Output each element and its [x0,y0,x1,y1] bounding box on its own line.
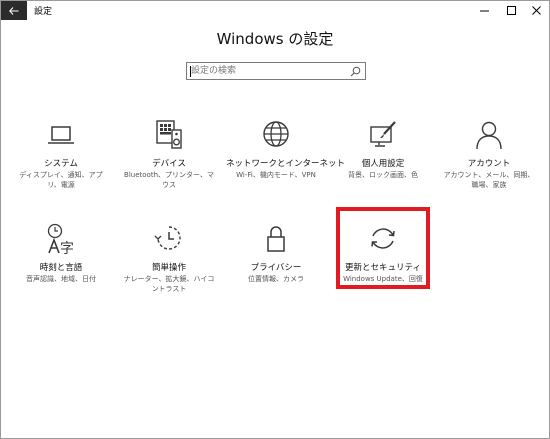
tile-description: ナレーター、拡大鏡、ハイコントラスト [123,275,215,293]
close-icon [531,6,541,15]
tile-label: アカウント [467,159,511,169]
tile-label: 時刻と言語 [39,263,83,273]
tile-description: 背景、ロック画面、色 [348,171,418,179]
tile-description: ディスプレイ、通知、アプリ、電源 [19,171,103,189]
minimize-button[interactable] [471,1,497,20]
maximize-icon [506,6,516,15]
tile-system[interactable]: システム ディスプレイ、通知、アプリ、電源 [11,119,111,205]
tile-label: 簡単操作 [151,263,186,273]
window-title: 設定 [34,7,53,17]
tile-network[interactable]: ネットワークとインターネット Wi-Fi、機内モード、VPN [226,119,346,205]
maximize-button[interactable] [498,1,524,20]
tile-description: 位置情報、カメラ [248,275,304,283]
tile-time-language[interactable]: 字 時刻と言語 音声認識、地域、日付 [11,223,111,309]
tile-description: Bluetooth、プリンター、マウス [124,171,214,189]
lock-icon [267,226,285,252]
svg-text:字: 字 [60,241,74,255]
search-box[interactable] [186,62,366,80]
tile-label: プライバシー [250,263,302,273]
tile-label: デバイス [152,159,186,169]
time-language-icon: 字 [47,223,74,255]
minimize-icon [479,10,489,12]
globe-icon [263,121,289,147]
ease-of-access-icon [154,226,181,250]
search-icon[interactable] [350,66,361,77]
tile-description: 音声認識、地域、日付 [26,275,96,283]
tile-accounts[interactable]: アカウント アカウント、メール、同期、職場、家族 [439,119,539,205]
tile-description: アカウント、メール、同期、職場、家族 [443,171,535,189]
tile-privacy[interactable]: プライバシー 位置情報、カメラ [226,223,326,309]
tile-label: 個人用設定 [361,159,405,169]
back-button[interactable] [1,1,27,20]
back-arrow-icon [9,6,19,15]
paint-screen-icon [370,121,396,147]
tile-label: システム [44,159,78,169]
keyboard-speaker-icon [156,120,182,149]
laptop-icon [48,126,74,144]
tile-ease-of-access[interactable]: 簡単操作 ナレーター、拡大鏡、ハイコントラスト [119,223,219,309]
tile-description: Wi-Fi、機内モード、VPN [236,171,316,179]
tile-personalization[interactable]: 個人用設定 背景、ロック画面、色 [333,119,433,205]
search-input[interactable] [191,64,341,78]
page-title: Windows の設定 [216,30,334,48]
close-button[interactable] [523,1,549,20]
settings-window: 設定 Windows の設定 設定の検索 システム ディスプレイ、通知、アプリ、… [0,0,550,439]
tile-devices[interactable]: デバイス Bluetooth、プリンター、マウス [119,119,219,205]
title-bar: 設定 [1,1,549,20]
tile-label: ネットワークとインターネット [226,159,346,169]
highlight-box [336,207,430,289]
person-icon [476,121,502,150]
